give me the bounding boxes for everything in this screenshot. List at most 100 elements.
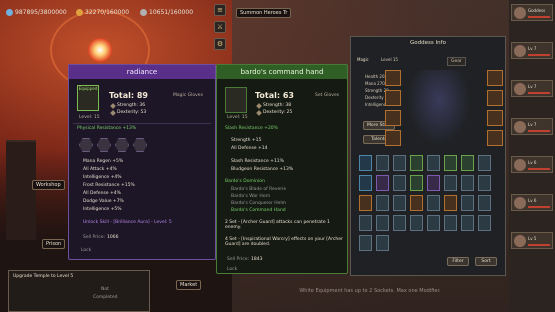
inventory-cell[interactable] <box>478 195 491 211</box>
avatar <box>514 235 526 247</box>
class-label: Magic <box>357 57 369 62</box>
sell-price-label: Sell Price: <box>227 257 250 262</box>
inventory-cell[interactable] <box>461 215 474 231</box>
panel-title: Goddess Info <box>410 40 446 46</box>
inventory-cell[interactable] <box>410 155 423 171</box>
set-bonus-4: 4 Set - [Inspirational Warcry] effects o… <box>225 237 343 247</box>
settings-icon[interactable]: ⚙ <box>214 38 226 50</box>
inventory-icon[interactable]: ⚔ <box>214 21 226 33</box>
equip-slot[interactable] <box>385 110 401 126</box>
socket-icon <box>97 138 111 152</box>
inventory-cell[interactable] <box>444 195 457 211</box>
inventory-cell[interactable] <box>427 155 440 171</box>
lock-toggle[interactable]: Lock <box>227 267 237 272</box>
inventory-cell[interactable] <box>410 175 423 191</box>
inventory-cell[interactable] <box>444 175 457 191</box>
summon-banner[interactable]: Summon Heroes Tr <box>236 8 292 18</box>
hp-bar <box>528 244 550 246</box>
equip-slot[interactable] <box>487 130 503 146</box>
inventory-cell[interactable] <box>444 155 457 171</box>
tower-left <box>6 140 36 240</box>
inventory-cell[interactable] <box>393 195 406 211</box>
inventory-cell[interactable] <box>359 235 372 251</box>
hp-bar <box>528 206 550 208</box>
sidebar-hero[interactable]: Lv 7 <box>511 80 553 97</box>
inventory-cell[interactable] <box>427 175 440 191</box>
bardo-dexterity: Dexterity: 25 <box>256 110 292 116</box>
inventory-cell[interactable] <box>478 155 491 171</box>
sidebar-hero[interactable]: Lv 7 <box>511 42 553 59</box>
resource-mana: 987895/3800000 <box>6 6 67 18</box>
filter-button[interactable]: Filter <box>447 257 469 266</box>
radiance-dexterity: Dexterity: 53 <box>110 110 146 116</box>
menu-icon[interactable]: ≡ <box>214 4 226 16</box>
lock-toggle[interactable]: Lock <box>81 248 91 253</box>
inventory-cell[interactable] <box>376 215 389 231</box>
sell-price-value: 1843 <box>251 257 263 262</box>
inventory-cell[interactable] <box>376 155 389 171</box>
bardo-item-slot <box>225 87 247 113</box>
upgrade-status: Completed <box>93 295 118 300</box>
radiance-dodge: Dodge Value +7% <box>83 199 124 204</box>
inventory-cell[interactable] <box>478 215 491 231</box>
sidebar-hero[interactable]: Goddess <box>511 4 553 21</box>
upgrade-quest[interactable]: Upgrade Temple to Level 5 Not Completed <box>8 270 150 312</box>
gold-icon <box>76 8 83 16</box>
inventory-cell[interactable] <box>410 195 423 211</box>
bardo-type: Set Gloves <box>315 93 340 98</box>
inventory-cell[interactable] <box>376 235 389 251</box>
inventory-cell[interactable] <box>359 215 372 231</box>
hp-bar <box>528 54 550 56</box>
set-item: Bardo's Conqueror Helm <box>231 201 287 206</box>
equip-slot[interactable] <box>487 70 503 86</box>
hp-bar <box>528 130 550 132</box>
equipped-tag: Equipped <box>78 86 98 91</box>
sidebar-hero[interactable]: Lv 6 <box>511 194 553 211</box>
socket-row <box>79 138 147 152</box>
socket-icon <box>115 138 129 152</box>
inventory-cell[interactable] <box>444 215 457 231</box>
inventory-cell[interactable] <box>461 195 474 211</box>
inventory-cell[interactable] <box>359 175 372 191</box>
bardo-tooltip: bardo's command hand Total: 63 Set Glove… <box>216 64 348 274</box>
radiance-frost: Frost Resistance +15% <box>83 183 135 188</box>
inventory-cell[interactable] <box>376 175 389 191</box>
equip-slot[interactable] <box>487 90 503 106</box>
inventory-cell[interactable] <box>461 155 474 171</box>
inventory-cell[interactable] <box>376 195 389 211</box>
set-bonus-2: 2 Set - [Archer Guard] attacks can penet… <box>225 220 330 230</box>
level-label: Level 15 <box>381 57 398 62</box>
inventory-cell[interactable] <box>427 195 440 211</box>
equip-slot[interactable] <box>385 90 401 106</box>
bardo-total: Total: 63 <box>255 91 294 100</box>
inventory-cell[interactable] <box>393 155 406 171</box>
radiance-tooltip: radiance Equipped Total: 89 Magic Gloves… <box>68 64 216 260</box>
equip-slot[interactable] <box>487 110 503 126</box>
bardo-str: Strength +15 <box>231 138 262 143</box>
inventory-cell[interactable] <box>359 155 372 171</box>
prison-label[interactable]: Prison <box>42 239 66 249</box>
bardo-strength: Strength: 38 <box>256 103 291 109</box>
sidebar-hero[interactable]: Lv 7 <box>511 118 553 135</box>
hp-bar <box>528 92 550 94</box>
market-label[interactable]: Market <box>176 280 202 290</box>
radiance-type: Magic Gloves <box>173 93 203 98</box>
set-item: Bardo's War Horn <box>231 194 271 199</box>
hp-bar <box>528 168 550 170</box>
sort-button[interactable]: Sort <box>475 257 497 266</box>
radiance-mana: Mana Regen +5% <box>83 159 124 164</box>
inventory-cell[interactable] <box>410 215 423 231</box>
workshop-label[interactable]: Workshop <box>32 180 65 190</box>
equip-slot[interactable] <box>385 130 401 146</box>
hint-text: White Equipment has up to 2 Sockets. Max… <box>299 288 441 294</box>
inventory-cell[interactable] <box>359 195 372 211</box>
inventory-cell[interactable] <box>393 215 406 231</box>
tab-gear[interactable]: Gear <box>447 57 466 66</box>
inventory-cell[interactable] <box>461 175 474 191</box>
inventory-cell[interactable] <box>478 175 491 191</box>
sidebar-hero[interactable]: Lv 6 <box>511 156 553 173</box>
equip-slot[interactable] <box>385 70 401 86</box>
inventory-cell[interactable] <box>393 175 406 191</box>
sidebar-hero[interactable]: Lv 5 <box>511 232 553 249</box>
inventory-cell[interactable] <box>427 215 440 231</box>
